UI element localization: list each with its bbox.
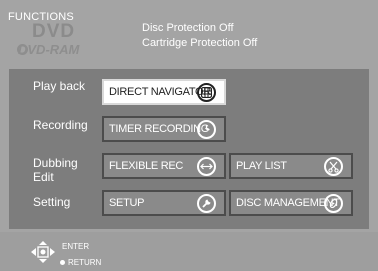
disc-icon [324, 194, 343, 213]
timer-recording-label: TIMER RECORDING [109, 123, 210, 135]
functions-screen: FUNCTIONS DVD DVD-RAM Disc Protection Of… [0, 0, 378, 271]
direct-navigator-button[interactable]: DIRECT NAVIGATOR [102, 79, 226, 105]
setup-label: SETUP [109, 197, 145, 209]
return-dot-icon [60, 260, 65, 265]
setup-button[interactable]: SETUP [102, 190, 226, 216]
enter-hint: ENTER [62, 242, 90, 251]
row-label-edit: Edit [33, 170, 54, 184]
timer-recording-button[interactable]: TIMER RECORDING [102, 116, 226, 142]
row-label-recording: Recording [33, 118, 88, 132]
row-label-setting: Setting [33, 195, 71, 209]
dvd-logo: DVD [32, 21, 76, 42]
flexible-rec-button[interactable]: FLEXIBLE REC [102, 153, 226, 179]
wrench-icon [197, 194, 216, 213]
navigation-pad-icon [27, 240, 59, 269]
flexible-rec-label: FLEXIBLE REC [109, 160, 184, 172]
direct-navigator-label: DIRECT NAVIGATOR [109, 86, 211, 98]
dvd-ram-logo: DVD-RAM [18, 42, 80, 57]
disc-management-button[interactable]: DISC MANAGEMENT [229, 190, 353, 216]
scissors-icon [324, 157, 343, 176]
cartridge-protection-status: Cartridge Protection Off [142, 37, 258, 49]
return-hint: RETURN [68, 258, 102, 267]
play-list-label: PLAY LIST [236, 160, 287, 172]
row-label-dubbing: Dubbing [33, 156, 78, 170]
arrows-icon [197, 157, 216, 176]
clock-icon [197, 120, 216, 139]
play-list-button[interactable]: PLAY LIST [229, 153, 353, 179]
disc-protection-status: Disc Protection Off [142, 22, 234, 34]
row-label-playback: Play back [33, 79, 86, 93]
grid-icon [197, 83, 216, 102]
